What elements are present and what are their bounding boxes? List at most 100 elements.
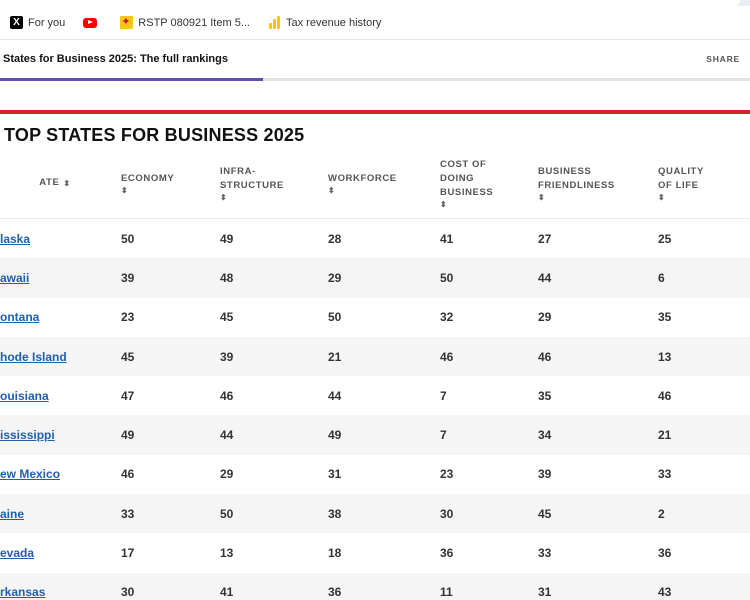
rank-cell: 7	[440, 428, 447, 443]
rank-cell: 23	[440, 467, 454, 482]
state-link[interactable]: aine	[0, 494, 110, 533]
sort-icon[interactable]: ⬍	[63, 179, 70, 188]
column-header-2[interactable]: INFRA- STRUCTURE ⬍	[220, 148, 284, 218]
rank-cell: 36	[658, 546, 672, 561]
bookmark-rstp[interactable]: RSTP 080921 Item 5...	[120, 15, 250, 29]
bookmark-label: RSTP 080921 Item 5...	[138, 16, 250, 29]
rank-cell: 47	[121, 388, 135, 403]
rank-cell: 43	[658, 585, 672, 600]
bookmark-tax-revenue[interactable]: Tax revenue history	[268, 16, 381, 29]
column-header-label: ECONOMY	[121, 172, 175, 184]
table-body: laska 50 49 28 41 2 7 25 awaii 39 48 29 50 44 6 ontana 2…	[0, 219, 750, 600]
column-header-1[interactable]: ECONOMY ⬍	[121, 148, 174, 218]
article-title: States for Business 2025: The full ranki…	[3, 53, 228, 65]
column-header-label: BUSINESS FRIENDLINESS	[538, 165, 615, 191]
rank-cell: 36	[440, 546, 454, 561]
rank-cell: 45	[121, 349, 135, 364]
rank-cell: 35	[658, 310, 672, 325]
sort-icon[interactable]: ⬍	[440, 200, 493, 209]
share-button[interactable]: SHARE	[706, 54, 740, 64]
table-row: ouisiana 47 46 44 7 35 46	[0, 376, 750, 415]
rank-cell: 44	[220, 428, 234, 443]
bookmarks-bar: X For you RSTP 080921 Item 5... Tax reve…	[0, 6, 750, 40]
state-link[interactable]: evada	[0, 533, 110, 572]
rank-cell: 39	[220, 349, 234, 364]
rank-cell: 41	[440, 231, 454, 246]
table-row: laska 50 49 28 41 27 25	[0, 219, 750, 258]
table-header: ATE ⬍ ECONOMY ⬍ INFRA- STRUCTURE ⬍ WORKFORCE ⬍ C…	[0, 148, 750, 219]
rank-cell: 17	[121, 546, 135, 561]
rank-cell: 32	[440, 310, 454, 325]
rank-cell: 29	[538, 310, 552, 325]
column-header-3[interactable]: WORKFORCE ⬍	[328, 148, 397, 218]
rank-cell: 36	[328, 585, 342, 600]
rank-cell: 13	[220, 546, 234, 561]
rank-cell: 48	[220, 270, 234, 285]
rank-cell: 30	[121, 585, 135, 600]
bookmark-label: For you	[28, 16, 66, 29]
table-row: rkansas 30 41 36 11 31 43	[0, 572, 750, 600]
state-link[interactable]: ontana	[0, 298, 110, 337]
rank-cell: 23	[121, 310, 135, 325]
rank-cell: 34	[538, 428, 552, 443]
rank-cell: 49	[220, 231, 234, 246]
column-header-label: ATE	[39, 177, 60, 188]
rank-cell: 33	[538, 546, 552, 561]
column-header-4[interactable]: COST OF DOING BUSINESS ⬍	[440, 148, 493, 218]
sort-icon[interactable]: ⬍	[328, 186, 397, 195]
reading-progress-bar	[0, 78, 750, 81]
state-link[interactable]: hode Island	[0, 337, 110, 376]
state-link[interactable]: rkansas	[0, 573, 110, 600]
sort-icon[interactable]: ⬍	[121, 186, 174, 195]
rankings-table: ATE ⬍ ECONOMY ⬍ INFRA- STRUCTURE ⬍ WORKFORCE ⬍ C…	[0, 148, 750, 600]
rank-cell: 29	[328, 270, 342, 285]
rank-cell: 39	[538, 467, 552, 482]
power-bi-icon	[268, 16, 281, 29]
rank-cell: 29	[220, 467, 234, 482]
state-link[interactable]: ouisiana	[0, 376, 110, 415]
rank-cell: 25	[658, 231, 672, 246]
rank-cell: 46	[538, 349, 552, 364]
rank-cell: 50	[440, 270, 454, 285]
rank-cell: 21	[328, 349, 342, 364]
table-row: evada 17 13 18 36 33 36	[0, 533, 750, 572]
column-header-label: INFRA- STRUCTURE	[220, 165, 284, 191]
table-row: ontana 23 45 50 32 29 35	[0, 298, 750, 337]
rank-cell: 28	[328, 231, 342, 246]
bookmark-label: Tax revenue history	[286, 16, 382, 29]
sort-icon[interactable]: ⬍	[538, 193, 615, 202]
rank-cell: 50	[220, 506, 234, 521]
table-row: aine 33 50 38 30 45 2	[0, 494, 750, 534]
table-row: hode Island 45 39 21 46 46 13	[0, 336, 750, 377]
bookmark-for-you[interactable]: X For you	[10, 16, 65, 29]
column-header-label: COST OF DOING BUSINESS	[440, 158, 494, 198]
rank-cell: 46	[658, 388, 672, 403]
sort-icon[interactable]: ⬍	[658, 193, 704, 202]
bookmark-youtube[interactable]	[83, 17, 102, 28]
state-link[interactable]: laska	[0, 219, 110, 258]
rank-cell: 45	[220, 310, 234, 325]
rank-cell: 49	[121, 428, 135, 443]
state-link[interactable]: awaii	[0, 258, 110, 297]
rank-cell: 13	[658, 349, 672, 364]
sort-icon[interactable]: ⬍	[220, 193, 284, 202]
rank-cell: 33	[658, 467, 672, 482]
column-header-0[interactable]: ATE ⬍	[0, 148, 110, 218]
rank-cell: 45	[538, 506, 552, 521]
rank-cell: 44	[538, 270, 552, 285]
state-link[interactable]: ew Mexico	[0, 455, 110, 494]
new-mexico-flag-icon	[120, 15, 134, 29]
column-header-5[interactable]: BUSINESS FRIENDLINESS ⬍	[538, 148, 615, 218]
rank-cell: 46	[121, 467, 135, 482]
page-heading: TOP STATES FOR BUSINESS 2025	[4, 125, 305, 145]
x-logo-icon: X	[10, 16, 23, 29]
reading-progress-fill	[0, 78, 263, 81]
rank-cell: 6	[658, 270, 665, 285]
column-header-6[interactable]: QUALITY OF LIFE ⬍	[658, 148, 704, 218]
rank-cell: 31	[538, 585, 552, 600]
table-row: ississippi 49 44 49 7 34 21	[0, 415, 750, 455]
state-link[interactable]: ississippi	[0, 415, 110, 454]
rank-cell: 2	[658, 506, 665, 521]
rank-cell: 31	[328, 467, 342, 482]
rank-cell: 41	[220, 585, 234, 600]
